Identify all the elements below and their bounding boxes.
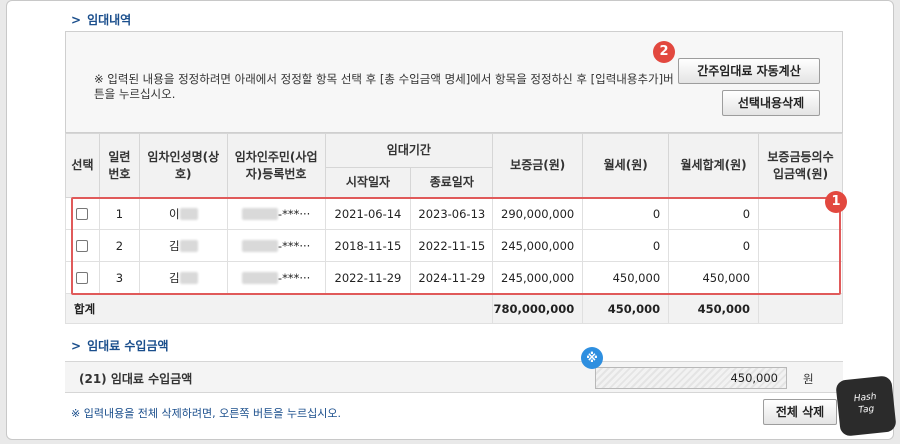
- row-start: 2022-11-29: [324, 261, 412, 294]
- header-start: 시작일자: [324, 167, 412, 198]
- auto-calc-button[interactable]: 간주임대료 자동계산: [678, 58, 820, 84]
- row-monthly: 450,000: [582, 261, 670, 294]
- redacted-block: [179, 208, 198, 220]
- row-deposit: 245,000,000: [492, 229, 584, 262]
- row-tenant-id: -***···: [277, 238, 311, 253]
- header-monthly: 월세(원): [582, 133, 670, 198]
- header-deposit: 보증금(원): [492, 133, 584, 198]
- hashtag-logo: Hash Tag: [835, 375, 897, 437]
- total-deposit-income: [758, 293, 843, 324]
- redacted-block: [241, 208, 278, 220]
- header-select: 선택: [65, 133, 100, 198]
- table-row: 1 이 -***··· 2021-06-14 2023-06-13 290,00…: [65, 197, 843, 230]
- badge-two: 2: [653, 41, 675, 63]
- row-monthly-total: 0: [668, 229, 760, 262]
- chevron-right-icon: >: [71, 339, 82, 353]
- table-row: 3 김 -***··· 2022-11-29 2024-11-29 245,00…: [65, 261, 843, 294]
- row-start: 2018-11-15: [324, 229, 412, 262]
- badge-star: ※: [581, 347, 603, 369]
- income-unit: 원: [803, 372, 814, 386]
- total-monthly: 450,000: [582, 293, 670, 324]
- redacted-block: [179, 272, 198, 284]
- redacted-block: [241, 272, 278, 284]
- delete-selected-button[interactable]: 선택내용삭제: [722, 90, 820, 116]
- row-deposit: 245,000,000: [492, 261, 584, 294]
- income-label: (21) 임대료 수입금액: [79, 372, 193, 386]
- row-checkbox[interactable]: [76, 272, 89, 284]
- section-title-rental: > 임대내역: [71, 13, 132, 27]
- header-period: 임대기간: [324, 133, 494, 168]
- total-label: 합계: [64, 293, 494, 324]
- row-start: 2021-06-14: [324, 197, 412, 230]
- row-end: 2023-06-13: [410, 197, 494, 230]
- footer-note: ※ 입력내용을 전체 삭제하려면, 오른쪽 버튼을 누르십시오.: [71, 407, 341, 420]
- row-end: 2022-11-15: [410, 229, 494, 262]
- notice-box: ※ 입력된 내용을 정정하려면 아래에서 정정할 항목 선택 후 [총 수입금액…: [65, 31, 843, 133]
- chevron-right-icon: >: [71, 13, 82, 27]
- row-deposit-income: [758, 229, 843, 262]
- window-frame: > 임대내역 ※ 입력된 내용을 정정하려면 아래에서 정정할 항목 선택 후 […: [6, 0, 894, 440]
- header-tenant-id: 임차인주민(사업자)등록번호: [226, 133, 326, 198]
- row-tenant-id: -***···: [277, 206, 311, 221]
- redacted-block: [241, 240, 278, 252]
- badge-one: 1: [825, 191, 847, 213]
- rental-table: 선택 일련번호 임차인성명(상호) 임차인주민(사업자)등록번호 임대기간 보증…: [64, 133, 843, 324]
- row-tenant-name: 김: [168, 270, 180, 285]
- row-serial: 1: [98, 197, 140, 230]
- row-checkbox[interactable]: [76, 240, 89, 252]
- row-deposit: 290,000,000: [492, 197, 584, 230]
- income-row: (21) 임대료 수입금액 450,000 원: [65, 361, 843, 393]
- header-end: 종료일자: [410, 167, 494, 198]
- row-end: 2024-11-29: [410, 261, 494, 294]
- row-tenant-name: 김: [168, 238, 180, 253]
- row-checkbox[interactable]: [76, 208, 89, 220]
- delete-all-button[interactable]: 전체 삭제: [763, 399, 837, 425]
- row-tenant-id: -***···: [277, 270, 311, 285]
- header-monthly-total: 월세합계(원): [668, 133, 760, 198]
- header-deposit-income: 보증금등의수입금액(원): [758, 133, 843, 198]
- row-monthly: 0: [582, 229, 670, 262]
- total-row: 합계 780,000,000 450,000 450,000: [64, 293, 843, 324]
- income-field: 450,000: [595, 367, 787, 389]
- notice-text: ※ 입력된 내용을 정정하려면 아래에서 정정할 항목 선택 후 [총 수입금액…: [94, 72, 674, 101]
- table-row: 2 김 -***··· 2018-11-15 2022-11-15 245,00…: [65, 229, 843, 262]
- row-monthly-total: 450,000: [668, 261, 760, 294]
- row-monthly: 0: [582, 197, 670, 230]
- header-tenant-name: 임차인성명(상호): [138, 133, 228, 198]
- row-serial: 3: [98, 261, 140, 294]
- row-monthly-total: 0: [668, 197, 760, 230]
- row-serial: 2: [98, 229, 140, 262]
- header-serial: 일련번호: [98, 133, 140, 198]
- section-title-income: > 임대료 수입금액: [71, 339, 169, 353]
- total-monthly-total: 450,000: [668, 293, 760, 324]
- redacted-block: [179, 240, 198, 252]
- total-deposit: 780,000,000: [492, 293, 584, 324]
- row-deposit-income: [758, 261, 843, 294]
- row-tenant-name: 이: [168, 206, 180, 221]
